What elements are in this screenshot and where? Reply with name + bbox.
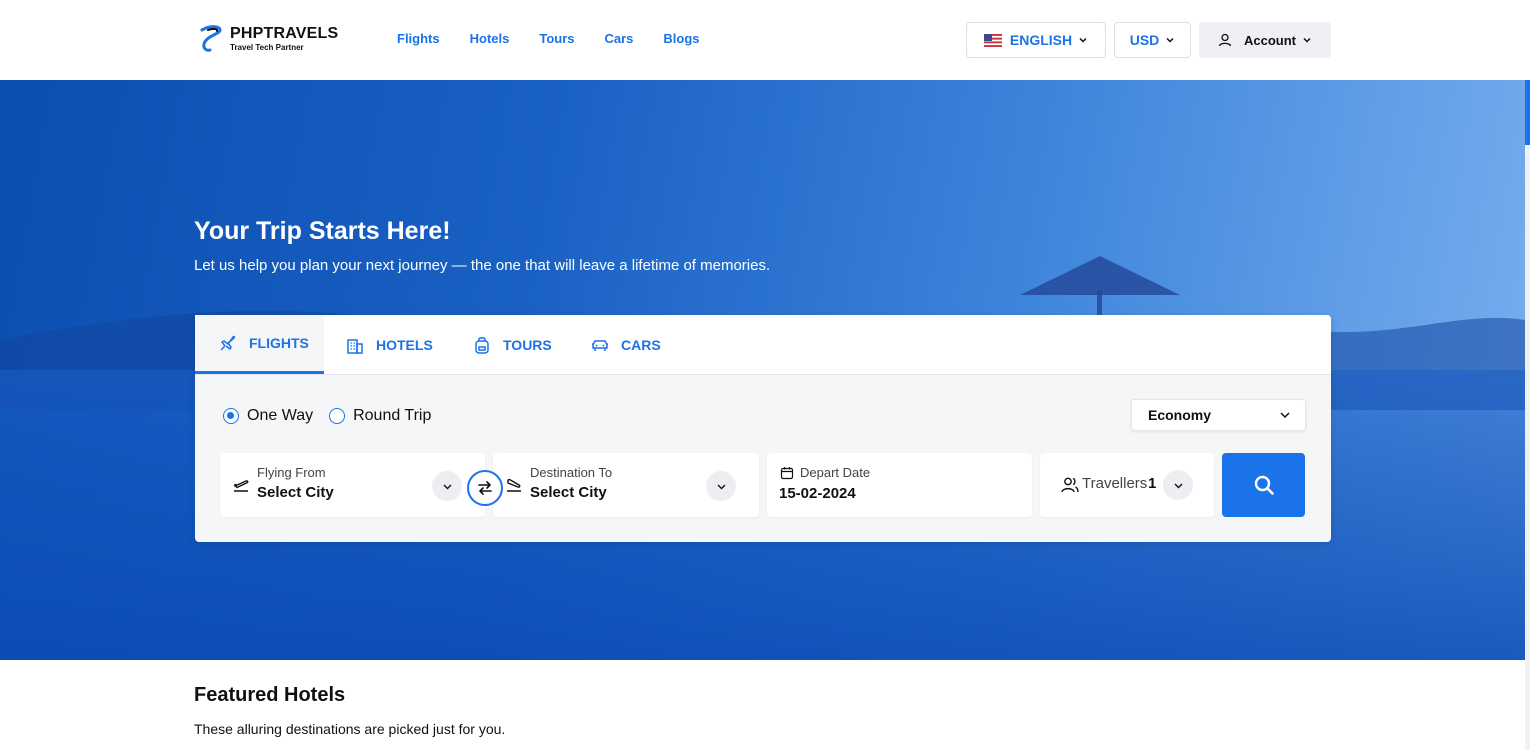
plane-landing-icon [507, 478, 521, 492]
currency-selector[interactable]: USD [1114, 22, 1191, 58]
nav-blogs[interactable]: Blogs [663, 31, 699, 46]
page-scrollbar[interactable] [1525, 80, 1530, 750]
travellers-field[interactable]: Travellers 1 [1040, 453, 1214, 517]
brand-logo[interactable]: PHPTRAVELS Travel Tech Partner [198, 24, 338, 54]
nav-tours[interactable]: Tours [539, 31, 574, 46]
brand-tagline: Travel Tech Partner [230, 43, 304, 52]
language-label: ENGLISH [1009, 32, 1073, 48]
chevron-down-icon [1303, 37, 1311, 43]
tab-hotels-label: HOTELS [376, 336, 433, 353]
travellers-count: 1 [1148, 475, 1157, 492]
building-icon [347, 338, 363, 354]
logo-icon [200, 25, 222, 52]
user-icon [1218, 33, 1232, 47]
main-nav: Flights Hotels Tours Cars Blogs [397, 31, 730, 46]
tab-cars-label: CARS [621, 336, 661, 353]
tab-tours-label: TOURS [503, 336, 552, 353]
chevron-down-icon [1174, 483, 1182, 488]
tab-flights-label: FLIGHTS [249, 335, 309, 351]
account-menu[interactable]: Account [1199, 22, 1331, 58]
to-dropdown-toggle[interactable] [706, 471, 736, 501]
car-icon [592, 339, 608, 351]
users-icon [1061, 477, 1079, 493]
flying-from-value: Select City [257, 484, 334, 501]
featured-hotels-subtitle: These alluring destinations are picked j… [194, 721, 506, 737]
featured-hotels-title: Featured Hotels [194, 684, 346, 706]
backpack-icon [475, 336, 489, 354]
chevron-down-icon [1079, 37, 1087, 43]
destination-to-label: Destination To [530, 465, 613, 480]
search-panel: FLIGHTS HOTELS TOURS CARS One Way Round … [195, 315, 1331, 542]
search-tabs: FLIGHTS HOTELS TOURS CARS [195, 315, 1331, 375]
account-label: Account [1244, 32, 1296, 48]
umbrella-image [1020, 256, 1180, 320]
chevron-down-icon [1166, 37, 1174, 43]
cabin-class-value: Economy [1148, 407, 1212, 423]
search-button[interactable] [1222, 453, 1305, 517]
top-header: PHPTRAVELS Travel Tech Partner Flights H… [0, 0, 1530, 80]
destination-to-field[interactable]: Destination To Select City [493, 453, 759, 517]
scrollbar-thumb[interactable] [1525, 80, 1530, 145]
chevron-down-icon [443, 484, 451, 489]
airplane-icon [220, 335, 236, 351]
destination-to-value: Select City [530, 484, 607, 501]
swap-arrows-icon [478, 481, 492, 495]
nav-cars[interactable]: Cars [605, 31, 634, 46]
chevron-down-icon [717, 484, 725, 489]
plane-takeoff-icon [233, 480, 249, 492]
travellers-dropdown-toggle[interactable] [1163, 470, 1193, 500]
from-dropdown-toggle[interactable] [432, 471, 462, 501]
tab-hotels[interactable]: HOTELS [345, 315, 433, 374]
tab-tours[interactable]: TOURS [472, 315, 552, 374]
cabin-class-select[interactable]: Economy [1131, 399, 1306, 431]
tab-cars[interactable]: CARS [590, 315, 661, 374]
round-trip-radio[interactable] [329, 408, 346, 424]
depart-date-field[interactable]: Depart Date 15-02-2024 [767, 453, 1032, 517]
swap-cities-button[interactable] [467, 470, 503, 506]
round-trip-label[interactable]: Round Trip [353, 407, 431, 425]
chevron-down-icon [1280, 412, 1290, 419]
depart-date-label: Depart Date [800, 465, 871, 480]
hero-subtitle: Let us help you plan your next journey —… [194, 257, 771, 274]
travellers-label: Travellers [1082, 475, 1148, 492]
tab-flights[interactable]: FLIGHTS [195, 315, 324, 374]
brand-name: PHPTRAVELS [230, 25, 339, 42]
one-way-radio[interactable] [223, 408, 239, 424]
search-icon [1254, 475, 1274, 495]
nav-flights[interactable]: Flights [397, 31, 440, 46]
flying-from-field[interactable]: Flying From Select City [220, 453, 485, 517]
us-flag-icon [983, 33, 1002, 47]
currency-label: USD [1129, 32, 1160, 48]
calendar-icon [780, 467, 794, 480]
nav-hotels[interactable]: Hotels [470, 31, 510, 46]
flying-from-label: Flying From [257, 465, 326, 480]
one-way-label[interactable]: One Way [247, 407, 313, 425]
depart-date-value: 15-02-2024 [779, 485, 856, 502]
hero-title: Your Trip Starts Here! [194, 217, 451, 245]
trip-type-group: One Way Round Trip [223, 407, 447, 425]
language-selector[interactable]: ENGLISH [966, 22, 1106, 58]
